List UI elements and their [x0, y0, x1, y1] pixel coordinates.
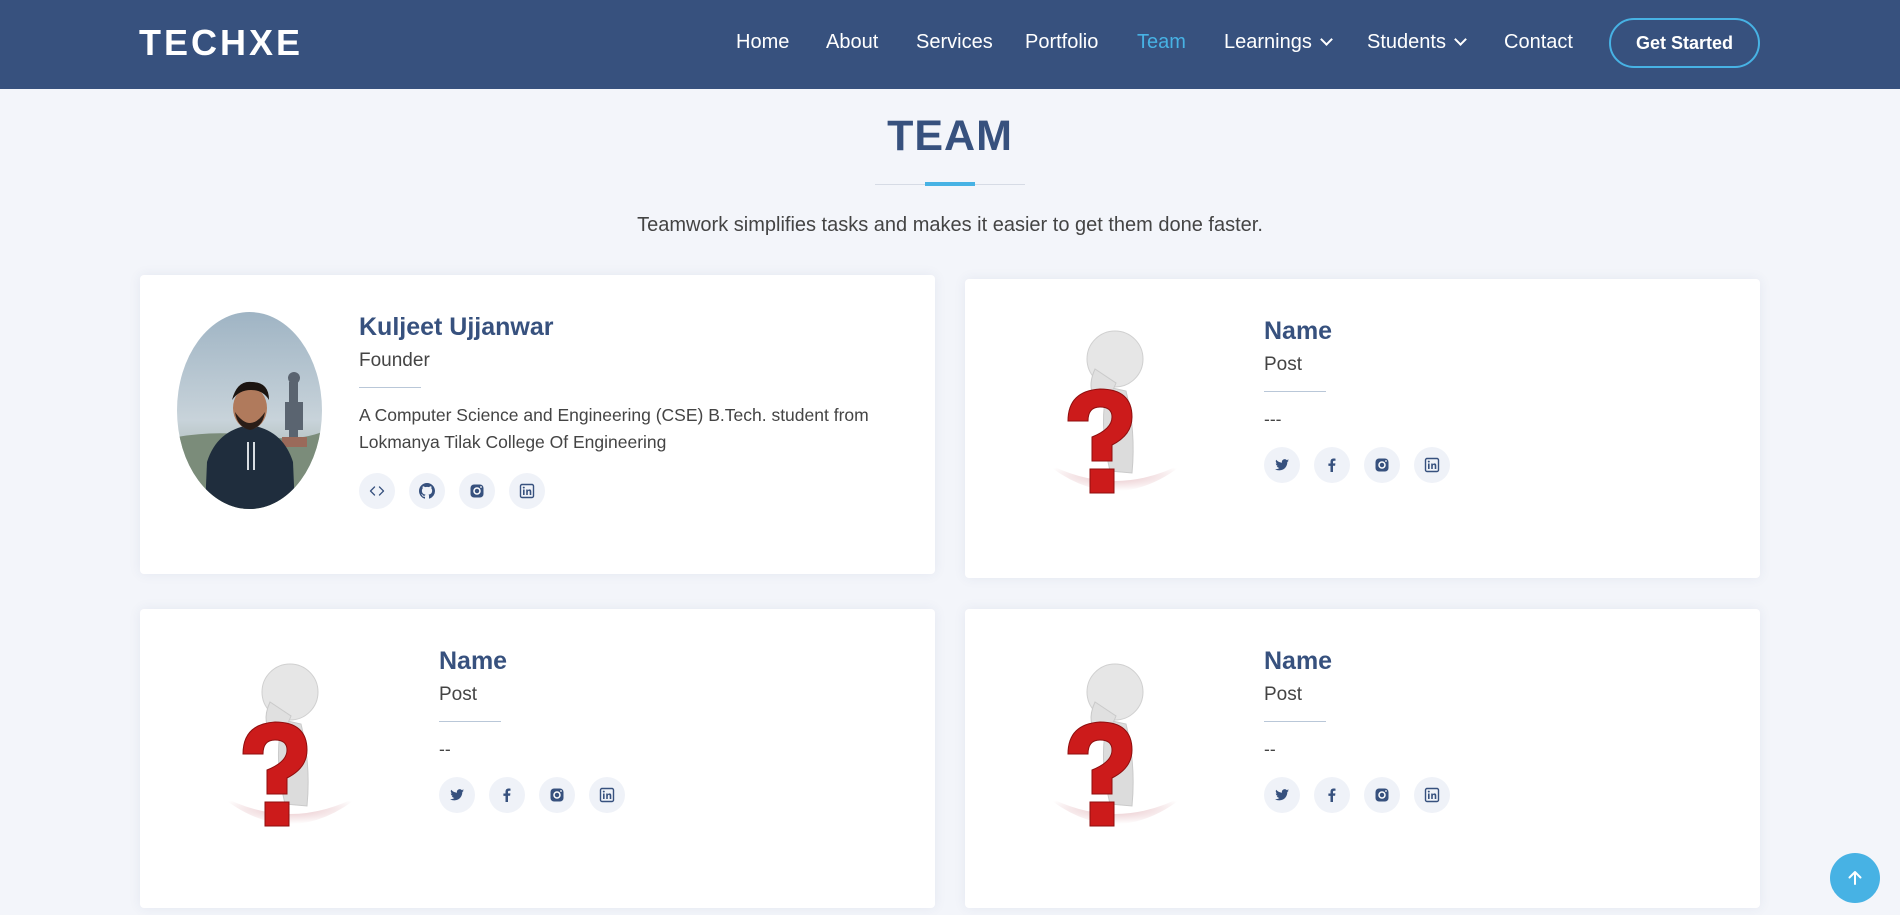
instagram-icon: [1375, 788, 1389, 802]
facebook-icon: [1328, 458, 1336, 472]
member-name: Kuljeet Ujjanwar: [359, 313, 554, 341]
team-card: Name Post --: [140, 609, 935, 908]
member-post: Post: [439, 684, 478, 705]
back-to-top-button[interactable]: [1830, 853, 1880, 903]
arrow-up-icon: [1848, 871, 1862, 885]
nav-about[interactable]: About: [826, 31, 878, 54]
section-title: TEAM: [887, 112, 1013, 160]
instagram-link[interactable]: [459, 473, 495, 509]
member-description: A Computer Science and Engineering (CSE)…: [359, 405, 869, 452]
linkedin-link[interactable]: [1414, 777, 1450, 813]
title-accent-bar: [925, 182, 975, 186]
social-links: [359, 473, 899, 509]
instagram-link[interactable]: [539, 777, 575, 813]
placeholder-figure-image: [1040, 321, 1190, 501]
chevron-down-icon: [1319, 33, 1333, 46]
member-name: Name: [1264, 647, 1333, 675]
facebook-link[interactable]: [489, 777, 525, 813]
member-info: Name Post --: [1264, 647, 1704, 813]
social-links: [1264, 777, 1704, 813]
member-divider: [1264, 391, 1326, 392]
facebook-icon: [1328, 788, 1336, 802]
nav-students-label: Students: [1367, 31, 1446, 53]
member-description: --: [439, 739, 451, 759]
nav-services[interactable]: Services: [916, 31, 993, 54]
member-name: Name: [439, 647, 508, 675]
social-links: [1264, 447, 1704, 483]
chevron-down-icon: [1454, 33, 1467, 46]
team-card: Name Post --: [965, 609, 1760, 908]
instagram-icon: [1375, 458, 1389, 472]
member-info: Name Post --: [439, 647, 879, 813]
linkedin-icon: [519, 483, 535, 499]
linkedin-icon: [1424, 787, 1440, 803]
instagram-link[interactable]: [1364, 447, 1400, 483]
nav-contact[interactable]: Contact: [1504, 31, 1573, 54]
member-divider: [1264, 721, 1326, 722]
placeholder-figure-image: [1040, 654, 1190, 834]
twitter-link[interactable]: [439, 777, 475, 813]
nav-portfolio[interactable]: Portfolio: [1025, 31, 1098, 54]
member-photo: [177, 312, 322, 509]
linkedin-icon: [1424, 457, 1440, 473]
member-divider: [439, 721, 501, 722]
placeholder-figure-image: [215, 654, 365, 834]
github-icon: [419, 483, 435, 499]
get-started-button[interactable]: Get Started: [1609, 18, 1760, 68]
twitter-icon: [450, 789, 464, 801]
site-header: TECHXE Home About Services Portfolio Tea…: [0, 0, 1900, 89]
member-divider: [359, 387, 421, 388]
member-post: Founder: [359, 350, 430, 371]
social-links: [439, 777, 879, 813]
code-icon: [369, 486, 385, 496]
nav-home[interactable]: Home: [736, 31, 789, 54]
nav-students[interactable]: Students: [1367, 31, 1467, 54]
linkedin-icon: [599, 787, 615, 803]
facebook-icon: [503, 788, 511, 802]
team-card: Name Post ---: [965, 279, 1760, 578]
facebook-link[interactable]: [1314, 447, 1350, 483]
member-description: --: [1264, 739, 1276, 759]
twitter-link[interactable]: [1264, 777, 1300, 813]
nav-team[interactable]: Team: [1137, 31, 1186, 54]
instagram-link[interactable]: [1364, 777, 1400, 813]
twitter-link[interactable]: [1264, 447, 1300, 483]
team-card: Kuljeet Ujjanwar Founder A Computer Scie…: [140, 275, 935, 574]
member-description: ---: [1264, 409, 1282, 429]
twitter-icon: [1275, 459, 1289, 471]
member-info: Kuljeet Ujjanwar Founder A Computer Scie…: [359, 313, 899, 509]
linkedin-link[interactable]: [589, 777, 625, 813]
nav-learnings-label: Learnings: [1224, 31, 1312, 53]
instagram-icon: [550, 788, 564, 802]
twitter-icon: [1275, 789, 1289, 801]
instagram-icon: [470, 484, 484, 498]
member-info: Name Post ---: [1264, 317, 1704, 483]
code-link[interactable]: [359, 473, 395, 509]
member-name: Name: [1264, 317, 1333, 345]
linkedin-link[interactable]: [509, 473, 545, 509]
nav-learnings[interactable]: Learnings: [1224, 31, 1333, 54]
member-post: Post: [1264, 684, 1303, 705]
facebook-link[interactable]: [1314, 777, 1350, 813]
section-subtitle: Teamwork simplifies tasks and makes it e…: [637, 214, 1263, 236]
github-link[interactable]: [409, 473, 445, 509]
member-post: Post: [1264, 354, 1303, 375]
linkedin-link[interactable]: [1414, 447, 1450, 483]
